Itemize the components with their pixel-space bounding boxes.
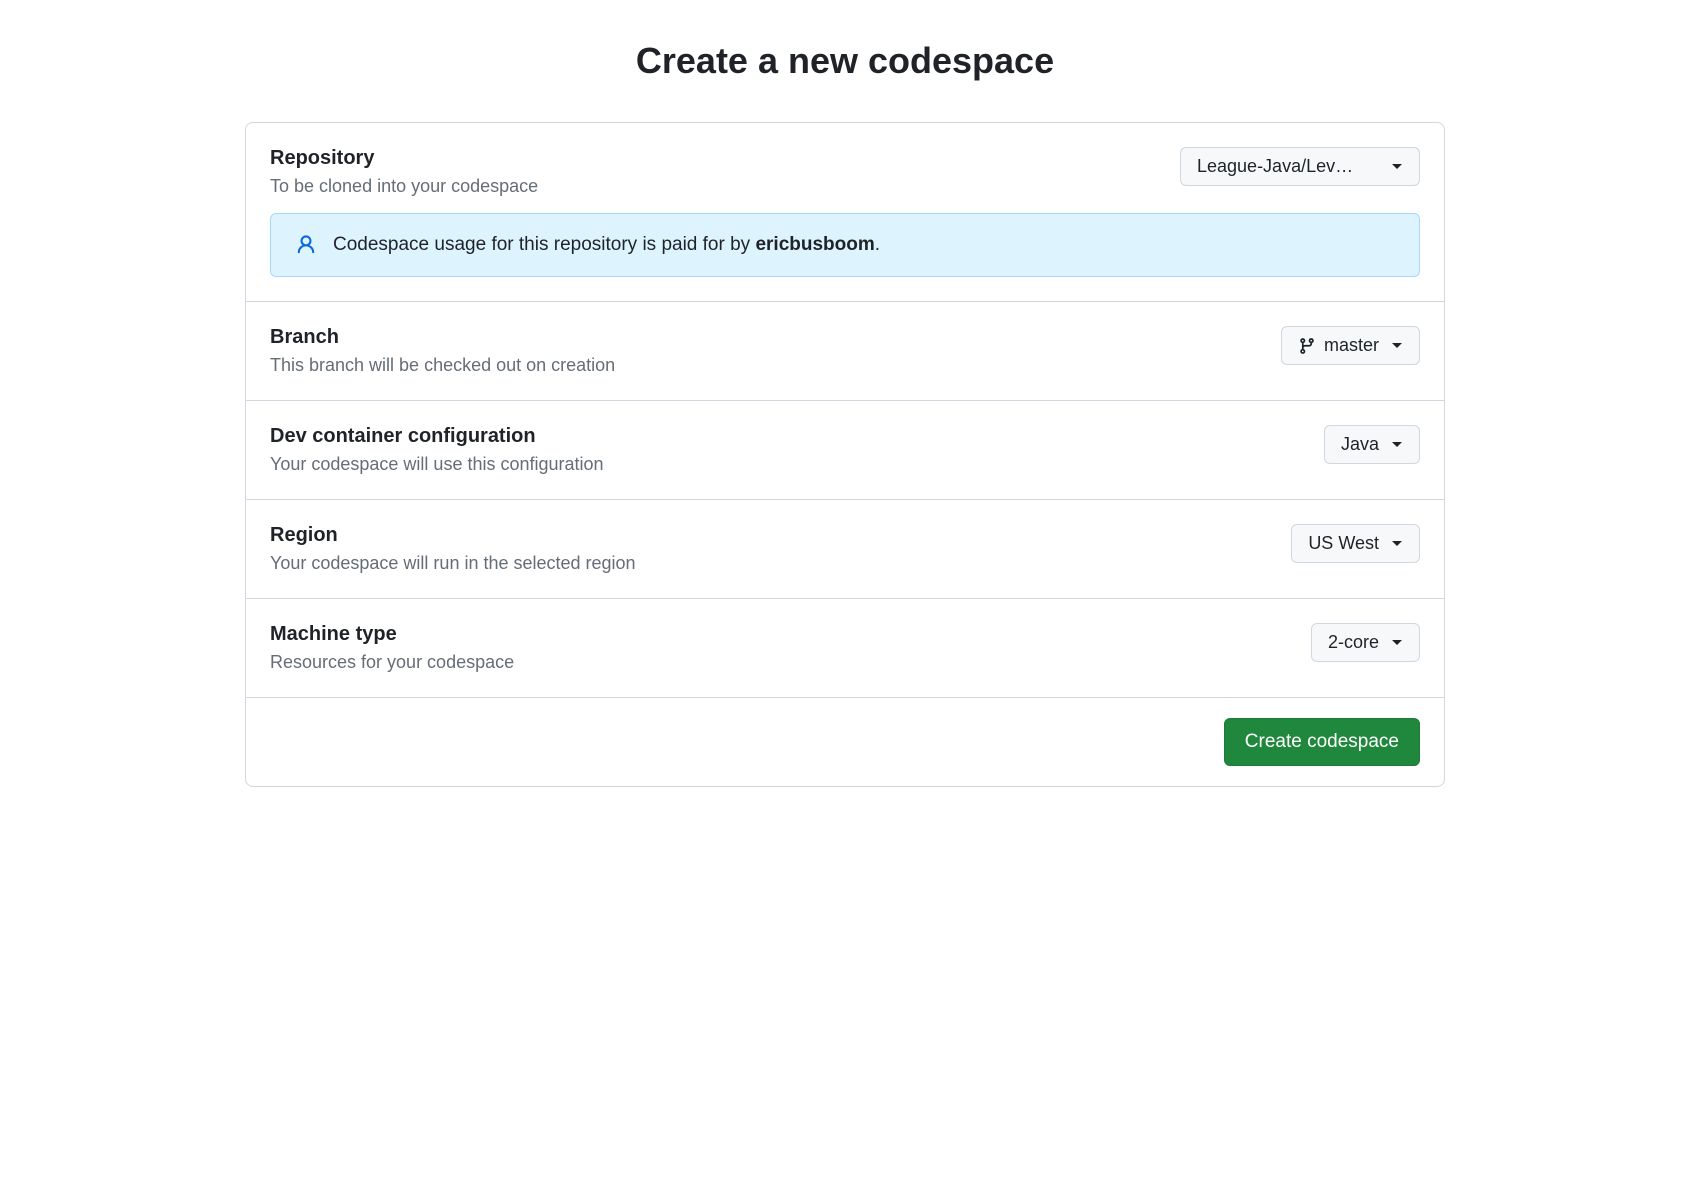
- notice-payer: ericbusboom: [755, 234, 874, 255]
- codespace-form-panel: Repository To be cloned into your codesp…: [245, 122, 1445, 787]
- caret-down-icon: [1391, 342, 1403, 350]
- repository-label: Repository: [270, 147, 1160, 170]
- branch-description: This branch will be checked out on creat…: [270, 355, 1261, 376]
- devcontainer-label: Dev container configuration: [270, 425, 1304, 448]
- branch-label: Branch: [270, 326, 1261, 349]
- branch-dropdown[interactable]: master: [1281, 326, 1420, 365]
- person-icon: [295, 234, 317, 256]
- region-section: Region Your codespace will run in the se…: [246, 500, 1444, 599]
- repository-dropdown[interactable]: League-Java/Lev…: [1180, 147, 1420, 186]
- repository-selected-value: League-Java/Lev…: [1197, 156, 1353, 177]
- machine-type-description: Resources for your codespace: [270, 652, 1291, 673]
- devcontainer-selected-value: Java: [1341, 434, 1379, 455]
- repository-section: Repository To be cloned into your codesp…: [246, 123, 1444, 302]
- caret-down-icon: [1391, 639, 1403, 647]
- machine-type-selected-value: 2-core: [1328, 632, 1379, 653]
- devcontainer-dropdown[interactable]: Java: [1324, 425, 1420, 464]
- notice-text: Codespace usage for this repository is p…: [333, 234, 880, 256]
- git-branch-icon: [1298, 337, 1316, 355]
- branch-selected-value: master: [1324, 335, 1379, 356]
- machine-type-label: Machine type: [270, 623, 1291, 646]
- machine-type-dropdown[interactable]: 2-core: [1311, 623, 1420, 662]
- region-selected-value: US West: [1308, 533, 1379, 554]
- caret-down-icon: [1391, 441, 1403, 449]
- notice-suffix: .: [875, 234, 880, 255]
- form-footer: Create codespace: [246, 698, 1444, 786]
- page-title: Create a new codespace: [245, 40, 1445, 82]
- caret-down-icon: [1391, 540, 1403, 548]
- region-label: Region: [270, 524, 1271, 547]
- devcontainer-section: Dev container configuration Your codespa…: [246, 401, 1444, 500]
- payment-notice: Codespace usage for this repository is p…: [270, 213, 1420, 277]
- create-codespace-button[interactable]: Create codespace: [1224, 718, 1420, 766]
- machine-type-section: Machine type Resources for your codespac…: [246, 599, 1444, 698]
- devcontainer-description: Your codespace will use this configurati…: [270, 454, 1304, 475]
- caret-down-icon: [1391, 163, 1403, 171]
- region-dropdown[interactable]: US West: [1291, 524, 1420, 563]
- repository-description: To be cloned into your codespace: [270, 176, 1160, 197]
- region-description: Your codespace will run in the selected …: [270, 553, 1271, 574]
- branch-section: Branch This branch will be checked out o…: [246, 302, 1444, 401]
- notice-prefix: Codespace usage for this repository is p…: [333, 234, 755, 255]
